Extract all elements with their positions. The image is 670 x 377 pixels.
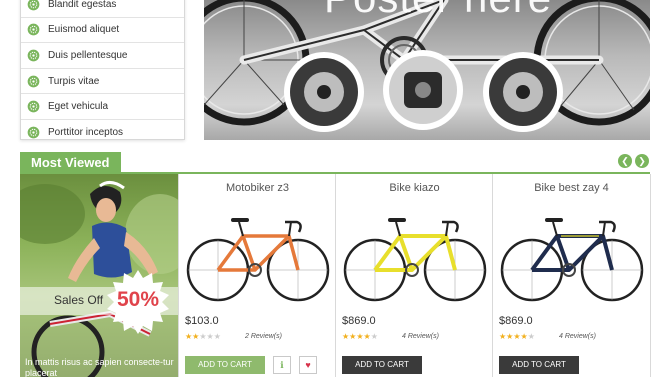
gear-icon bbox=[27, 24, 40, 36]
discount-percent: 50% bbox=[116, 288, 160, 311]
gear-icon bbox=[27, 49, 40, 62]
category-item[interactable]: Euismod aliquet bbox=[21, 18, 184, 44]
category-label: Duis pellentesque bbox=[48, 49, 128, 61]
category-list: Blandit egestas Euismod aliquet Duis pel… bbox=[20, 0, 185, 140]
product-price: $869.0 bbox=[342, 315, 376, 327]
add-to-cart-button[interactable]: ADD TO CART bbox=[499, 356, 579, 374]
add-to-cart-button[interactable]: ADD TO CART bbox=[342, 356, 422, 374]
info-icon[interactable]: ℹ bbox=[273, 356, 291, 374]
product-name[interactable]: Bike kiazo bbox=[336, 182, 493, 194]
category-item[interactable]: Eget vehicula bbox=[21, 94, 184, 120]
category-label: Blandit egestas bbox=[48, 0, 117, 10]
category-item[interactable]: Porttitor inceptos bbox=[21, 120, 184, 146]
product-card[interactable]: Motobiker z3 $103.0 ★★★★★ 2 Review(s) AD… bbox=[178, 174, 335, 377]
sale-label: Sales Off bbox=[54, 293, 104, 307]
product-price: $869.0 bbox=[499, 315, 533, 327]
heart-icon[interactable]: ♥ bbox=[299, 356, 317, 374]
gear-icon bbox=[27, 100, 40, 113]
rating-stars: ★★★★★ bbox=[499, 332, 535, 341]
product-card[interactable]: Bike kiazo $869.0 ★★★★★ 4 Review(s) ADD … bbox=[335, 174, 492, 377]
rating-stars: ★★★★★ bbox=[342, 332, 378, 341]
add-to-cart-button[interactable]: ADD TO CART bbox=[185, 356, 265, 374]
gear-icon bbox=[27, 126, 40, 139]
category-item[interactable]: Duis pellentesque bbox=[21, 43, 184, 69]
product-name[interactable]: Motobiker z3 bbox=[179, 182, 336, 194]
category-item[interactable]: Turpis vitae bbox=[21, 69, 184, 95]
category-label: Turpis vitae bbox=[48, 75, 100, 87]
review-count[interactable]: 4 Review(s) bbox=[559, 333, 596, 340]
product-image[interactable] bbox=[342, 206, 488, 306]
carousel-border bbox=[650, 174, 651, 377]
promo-caption: In mattis risus ac sapien consecte-tur p… bbox=[25, 357, 174, 377]
product-card[interactable]: Bike best zay 4 $869.0 ★★★★★ 4 Review(s)… bbox=[492, 174, 649, 377]
banner-title: Poster here bbox=[324, 0, 552, 22]
product-image[interactable] bbox=[185, 206, 331, 306]
category-item[interactable]: Blandit egestas bbox=[21, 0, 184, 18]
product-name[interactable]: Bike best zay 4 bbox=[493, 182, 650, 194]
category-label: Eget vehicula bbox=[48, 101, 109, 113]
rating-stars: ★★★★★ bbox=[185, 332, 221, 341]
category-label: Porttitor inceptos bbox=[48, 127, 124, 139]
product-image[interactable] bbox=[499, 206, 645, 306]
gear-icon bbox=[27, 0, 40, 11]
chevron-left-icon[interactable]: ❮ bbox=[618, 154, 632, 168]
review-count[interactable]: 2 Review(s) bbox=[245, 333, 282, 340]
promo-banner[interactable]: Sales Off 50% In mattis risus ac sapien … bbox=[20, 174, 178, 377]
page: Blandit egestas Euismod aliquet Duis pel… bbox=[0, 0, 670, 377]
category-label: Euismod aliquet bbox=[48, 24, 120, 36]
chevron-right-icon[interactable]: ❯ bbox=[635, 154, 649, 168]
hero-banner[interactable]: Poster here bbox=[204, 0, 650, 140]
section-title: Most Viewed bbox=[20, 152, 121, 173]
product-price: $103.0 bbox=[185, 315, 219, 327]
review-count[interactable]: 4 Review(s) bbox=[402, 333, 439, 340]
gear-icon bbox=[27, 75, 40, 87]
